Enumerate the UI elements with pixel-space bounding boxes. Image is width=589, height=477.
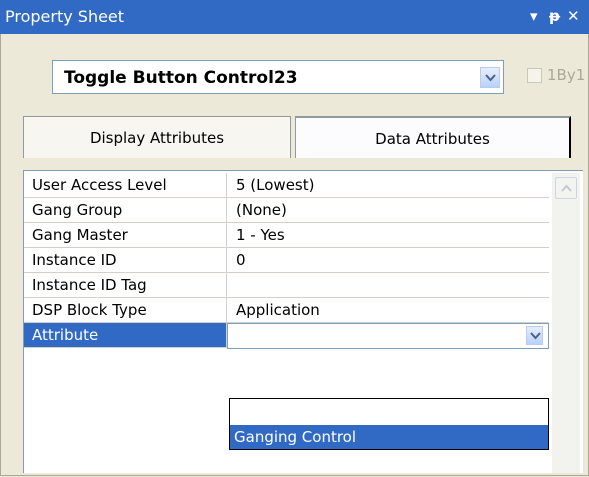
property-name: Gang Master — [24, 223, 227, 248]
property-value[interactable]: (None) — [227, 198, 549, 223]
property-row[interactable]: Gang Group (None) — [24, 198, 549, 223]
property-value[interactable]: 5 (Lowest) — [227, 173, 549, 198]
property-row[interactable]: User Access Level 5 (Lowest) — [24, 173, 549, 198]
object-selector-combobox[interactable]: Toggle Button Control23 — [52, 60, 504, 94]
close-icon[interactable]: ✕ — [567, 6, 580, 26]
selected-object-text: Toggle Button Control23 — [64, 68, 298, 88]
property-row[interactable]: Instance ID 0 — [24, 248, 549, 273]
object-selector-dropdown-button[interactable] — [480, 67, 500, 88]
chevron-down-icon — [485, 74, 496, 82]
panel-menu-icon[interactable]: ▾ — [530, 6, 538, 26]
tab-display-attributes[interactable]: Display Attributes — [23, 116, 291, 158]
property-name: User Access Level — [24, 173, 227, 198]
property-name: Instance ID Tag — [24, 273, 227, 298]
property-row-attribute[interactable]: Attribute — [24, 323, 549, 349]
pin-icon[interactable]: ᵽ — [549, 6, 560, 26]
dropdown-option-ganging-control[interactable]: Ganging Control — [230, 425, 548, 449]
property-row[interactable]: Gang Master 1 - Yes — [24, 223, 549, 248]
property-name: Gang Group — [24, 198, 227, 223]
property-row[interactable]: DSP Block Type Application — [24, 298, 549, 323]
property-value[interactable]: 1 - Yes — [227, 223, 549, 248]
attribute-dropdown-button[interactable] — [526, 326, 543, 345]
scroll-up-icon — [561, 185, 572, 192]
attribute-dropdown-list[interactable]: Ganging Control — [229, 398, 549, 450]
property-sheet-title-bar[interactable]: Property Sheet ▾ ᵽ ✕ — [0, 0, 589, 34]
property-name: Instance ID — [24, 248, 227, 273]
property-name: DSP Block Type — [24, 298, 227, 323]
scroll-up-button[interactable] — [555, 177, 577, 199]
chevron-down-icon — [530, 332, 541, 340]
dropdown-option-empty[interactable] — [230, 399, 548, 423]
property-value[interactable] — [227, 273, 549, 298]
property-value[interactable]: 0 — [227, 248, 549, 273]
property-value[interactable]: Application — [227, 298, 549, 323]
one-by-one-label: 1By1 — [547, 66, 586, 84]
one-by-one-checkbox[interactable] — [527, 68, 542, 83]
attribute-value-combobox[interactable] — [227, 323, 549, 349]
property-name: Attribute — [24, 323, 227, 348]
vertical-scrollbar[interactable] — [552, 173, 580, 473]
window-title: Property Sheet — [5, 7, 125, 26]
property-row[interactable]: Instance ID Tag — [24, 273, 549, 298]
tab-data-attributes[interactable]: Data Attributes — [295, 116, 571, 158]
